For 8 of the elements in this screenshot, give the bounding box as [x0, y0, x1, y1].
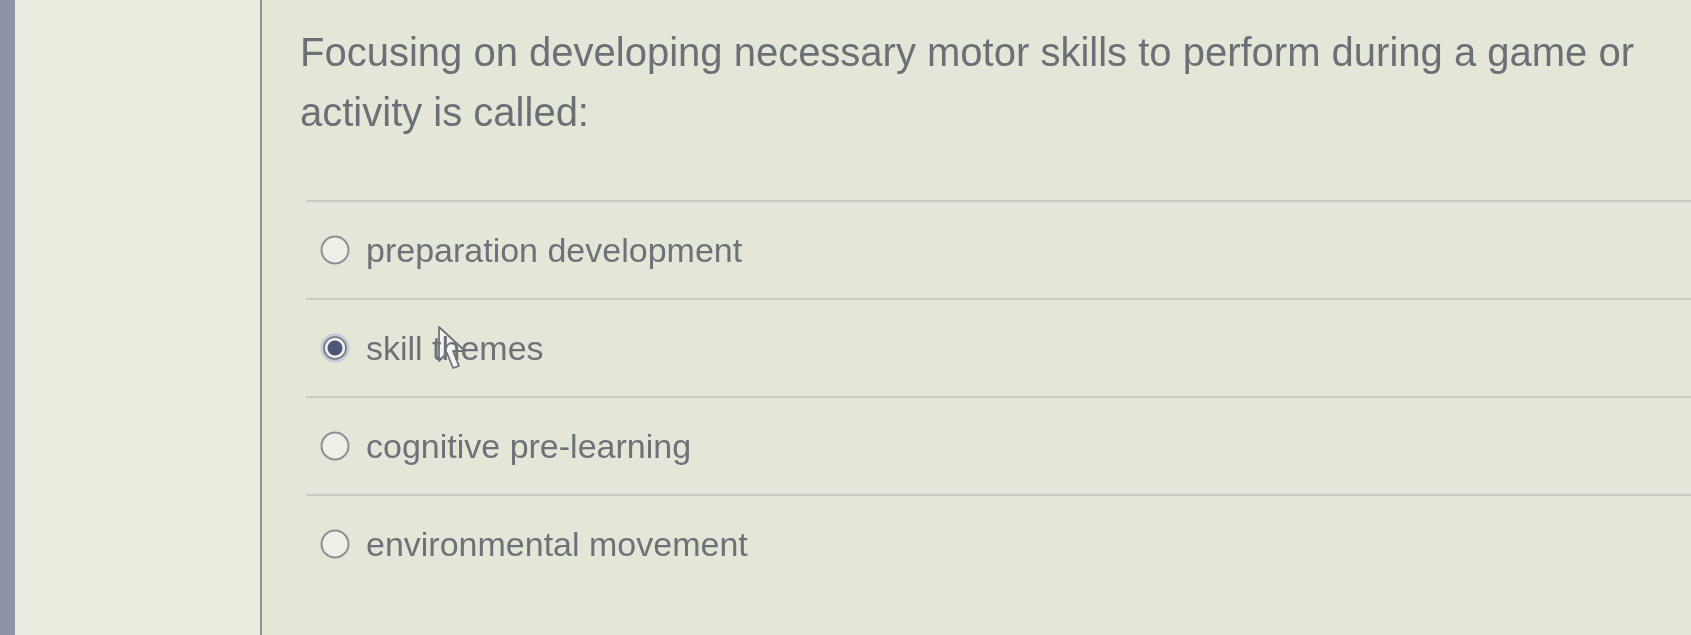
question-text: Focusing on developing necessary motor skills to perform during a game or activity is called: [300, 29, 1635, 136]
radio-unselected-icon[interactable] [320, 529, 350, 559]
radio-selected-icon[interactable] [320, 333, 350, 363]
option-label[interactable]: preparation development [366, 230, 743, 270]
radio-unselected-icon[interactable] [320, 235, 350, 265]
radio-unselected-icon[interactable] [320, 431, 350, 461]
option-label[interactable]: environmental movement [366, 524, 748, 564]
option-label[interactable]: cognitive pre-learning [366, 426, 692, 466]
